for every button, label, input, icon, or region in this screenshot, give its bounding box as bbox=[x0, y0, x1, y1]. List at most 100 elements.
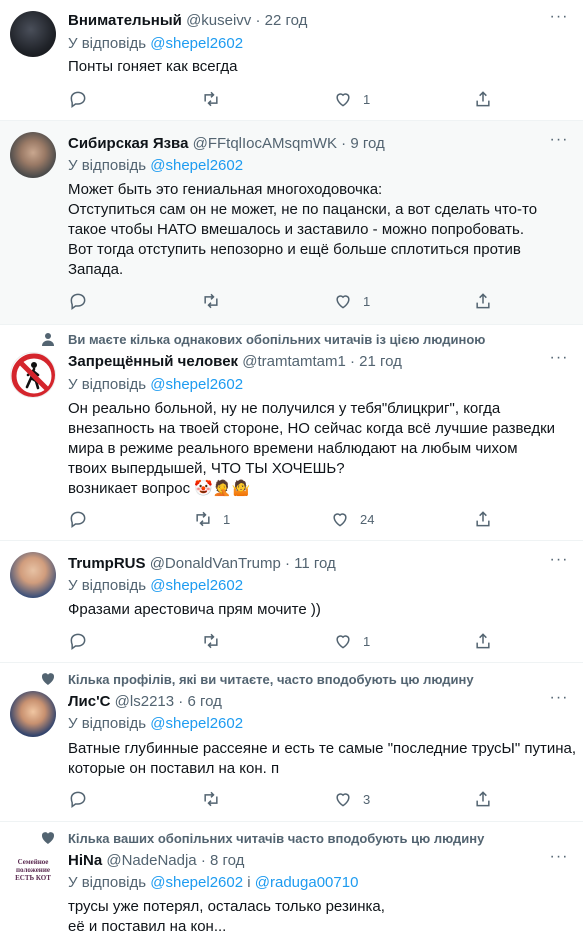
mention-link[interactable]: @shepel2602 bbox=[150, 35, 243, 52]
like-count: 1 bbox=[363, 91, 371, 107]
share-button[interactable] bbox=[473, 290, 493, 312]
retweet-button[interactable] bbox=[201, 290, 231, 312]
reply-and-word: і bbox=[247, 874, 251, 891]
like-button[interactable]: 24 bbox=[330, 508, 374, 530]
reply-context: У відповідь @shepel2602 bbox=[68, 156, 243, 176]
tweet-text: Понты гоняет как всегда bbox=[68, 58, 238, 75]
reply-context: У відповідь @shepel2602 bbox=[68, 34, 243, 54]
separator-dot: · bbox=[200, 852, 206, 869]
tweet[interactable]: Ви маєте кілька однакових обопільних чит… bbox=[0, 325, 583, 540]
avatar-logo-text: Семейное положение ЕСТЬ КОТ bbox=[15, 858, 51, 882]
author-handle[interactable]: @NadeNadja bbox=[106, 852, 196, 869]
more-options-icon[interactable]: ··· bbox=[549, 9, 569, 31]
reply-prefix: У відповідь bbox=[68, 577, 147, 594]
more-options-icon[interactable]: ··· bbox=[549, 552, 569, 574]
mention-link[interactable]: @shepel2602 bbox=[150, 874, 243, 891]
timestamp[interactable]: 21 год bbox=[359, 353, 402, 370]
timestamp[interactable]: 11 год bbox=[294, 555, 336, 572]
more-options-icon[interactable]: ··· bbox=[549, 350, 569, 372]
like-button[interactable]: 1 bbox=[333, 630, 370, 652]
timestamp[interactable]: 6 год bbox=[187, 693, 221, 710]
reply-button[interactable] bbox=[68, 508, 98, 530]
like-button[interactable]: 1 bbox=[333, 290, 370, 312]
like-count: 1 bbox=[363, 633, 371, 649]
heart-icon bbox=[336, 295, 350, 309]
timestamp[interactable]: 22 год bbox=[265, 12, 308, 29]
reply-prefix: У відповідь bbox=[68, 715, 147, 732]
mention-link[interactable]: @raduga00710 bbox=[255, 874, 359, 891]
heart-icon bbox=[333, 513, 347, 527]
author-handle[interactable]: @ls2213 bbox=[115, 693, 174, 710]
reply-button[interactable] bbox=[68, 290, 98, 312]
share-icon bbox=[476, 791, 490, 807]
social-context: Ви маєте кілька однакових обопільних чит… bbox=[68, 332, 486, 347]
more-options-icon[interactable]: ··· bbox=[549, 132, 569, 154]
retweet-count: 1 bbox=[223, 511, 231, 527]
heart-icon bbox=[336, 793, 350, 807]
share-icon bbox=[476, 293, 490, 309]
author-name[interactable]: Запрещённый человек bbox=[68, 353, 238, 370]
separator-dot: · bbox=[284, 555, 290, 572]
reply-prefix: У відповідь bbox=[68, 157, 147, 174]
mention-link[interactable]: @shepel2602 bbox=[150, 577, 243, 594]
person-icon bbox=[42, 333, 54, 346]
mention-link[interactable]: @shepel2602 bbox=[150, 376, 243, 393]
share-button[interactable] bbox=[473, 788, 493, 810]
reply-icon bbox=[70, 633, 86, 650]
author-handle[interactable]: @FFtqlIocAMsqmWK bbox=[193, 135, 337, 152]
tweet[interactable]: Внимательный @kuseivv · 22 год ··· У від… bbox=[0, 0, 583, 120]
avatar[interactable] bbox=[10, 552, 56, 598]
reply-button[interactable] bbox=[68, 630, 98, 652]
author-handle[interactable]: @DonaldVanTrump bbox=[150, 555, 281, 572]
reply-button[interactable] bbox=[68, 88, 98, 110]
avatar[interactable] bbox=[10, 11, 56, 57]
mention-link[interactable]: @shepel2602 bbox=[150, 715, 243, 732]
like-count: 1 bbox=[363, 293, 371, 309]
mention-link[interactable]: @shepel2602 bbox=[150, 157, 243, 174]
author-name[interactable]: Лис'С bbox=[68, 693, 111, 710]
tweet[interactable]: Кілька ваших обопільних читачів часто вп… bbox=[0, 822, 583, 940]
more-options-icon[interactable]: ··· bbox=[549, 690, 569, 712]
share-button[interactable] bbox=[473, 508, 493, 530]
tweet-actions: 1 bbox=[68, 290, 568, 312]
avatar[interactable] bbox=[10, 132, 56, 178]
heart-icon bbox=[336, 635, 350, 649]
reply-prefix: У відповідь bbox=[68, 874, 147, 891]
like-button[interactable]: 1 bbox=[333, 88, 370, 110]
tweet-text: Ватные глубинные рассеяне и есть те самы… bbox=[68, 740, 576, 777]
share-button[interactable] bbox=[473, 630, 493, 652]
tweet[interactable]: TrumpRUS @DonaldVanTrump · 11 год ··· У … bbox=[0, 541, 583, 662]
timestamp[interactable]: 8 год bbox=[210, 852, 244, 869]
share-icon bbox=[476, 633, 490, 649]
avatar[interactable] bbox=[10, 352, 56, 398]
retweet-button[interactable] bbox=[201, 630, 231, 652]
more-options-icon[interactable]: ··· bbox=[549, 849, 569, 871]
reply-icon bbox=[70, 791, 86, 808]
retweet-icon bbox=[204, 791, 218, 807]
reply-icon bbox=[70, 293, 86, 310]
share-button[interactable] bbox=[473, 88, 493, 110]
tweet-text: Он реально больной, ну не получился у те… bbox=[68, 400, 556, 497]
author-name[interactable]: Сибирская Язва bbox=[68, 135, 188, 152]
author-handle[interactable]: @kuseivv bbox=[186, 12, 251, 29]
retweet-icon bbox=[204, 633, 218, 649]
avatar[interactable] bbox=[10, 691, 56, 737]
like-count: 3 bbox=[363, 791, 371, 807]
tweet[interactable]: Сибирская Язва @FFtqlIocAMsqmWK · 9 год … bbox=[0, 121, 583, 324]
timestamp[interactable]: 9 год bbox=[350, 135, 384, 152]
reply-context: У відповідь @shepel2602 bbox=[68, 714, 243, 734]
avatar[interactable]: Семейное положение ЕСТЬ КОТ bbox=[10, 850, 56, 896]
retweet-button[interactable] bbox=[201, 88, 231, 110]
retweet-button[interactable] bbox=[201, 788, 231, 810]
reply-context: У відповідь @shepel2602 і @raduga00710 bbox=[68, 873, 358, 893]
author-handle[interactable]: @tramtamtam1 bbox=[242, 353, 346, 370]
retweet-button[interactable]: 1 bbox=[193, 508, 230, 530]
social-context: Кілька профілів, які ви читаєте, часто в… bbox=[68, 672, 474, 687]
author-name[interactable]: HiNa bbox=[68, 852, 102, 869]
author-name[interactable]: Внимательный bbox=[68, 12, 182, 29]
retweet-icon bbox=[204, 91, 218, 107]
like-button[interactable]: 3 bbox=[333, 788, 370, 810]
reply-button[interactable] bbox=[68, 788, 98, 810]
author-name[interactable]: TrumpRUS bbox=[68, 555, 146, 572]
tweet[interactable]: Кілька профілів, які ви читаєте, часто в… bbox=[0, 663, 583, 821]
